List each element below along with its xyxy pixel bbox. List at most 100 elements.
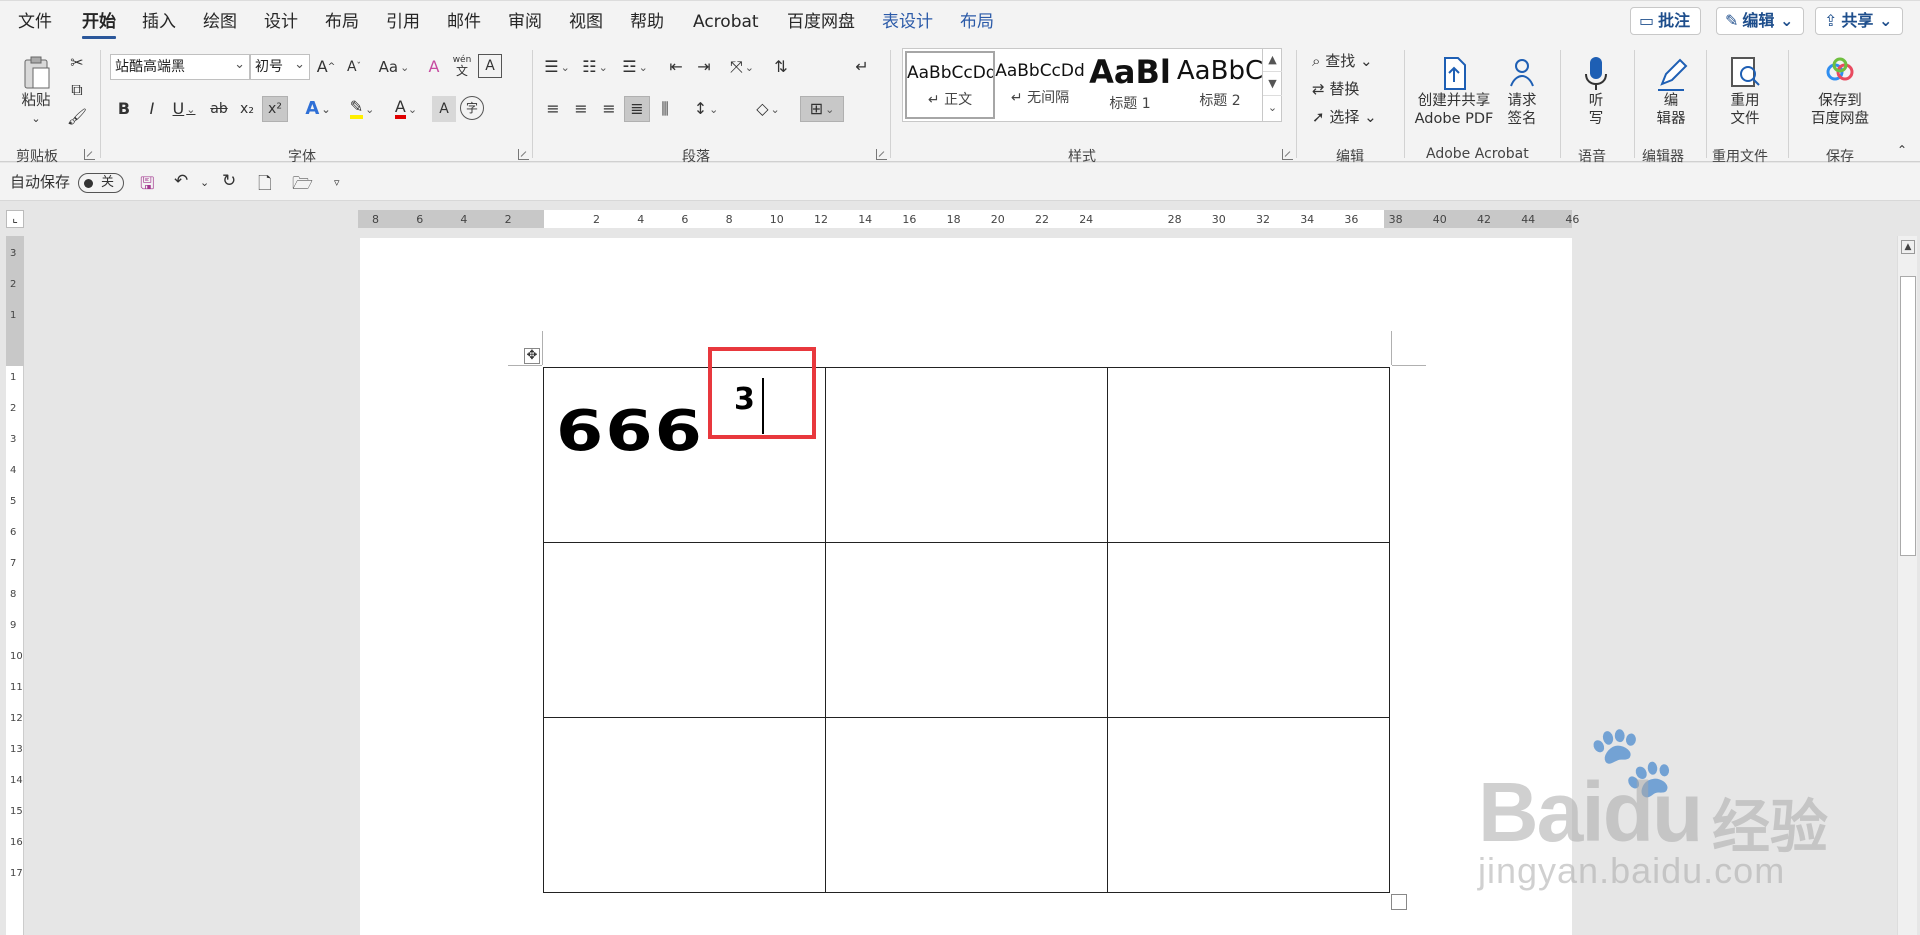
styles-up-icon[interactable]: ▲ (1263, 48, 1282, 72)
font-color-icon[interactable]: A (388, 96, 424, 122)
cut-icon[interactable]: ✂ (66, 52, 88, 74)
table-cell[interactable] (825, 542, 1108, 718)
strikethrough-button[interactable]: ab (206, 96, 232, 122)
justify-icon[interactable]: ≣ (624, 96, 650, 122)
tab-acrobat[interactable]: Acrobat (693, 11, 759, 33)
tab-insert[interactable]: 插入 (142, 11, 176, 33)
clipboard-launcher-icon[interactable] (84, 149, 95, 160)
tab-review[interactable]: 审阅 (508, 11, 542, 33)
format-painter-icon[interactable]: 🖌 (66, 106, 88, 128)
replace-button[interactable]: ⇄ 替换 (1312, 78, 1359, 99)
redo-icon[interactable]: ↻ (222, 171, 236, 191)
tab-help[interactable]: 帮助 (630, 11, 664, 33)
collapse-ribbon-icon[interactable]: ⌃ (1892, 142, 1912, 158)
change-case-button[interactable]: Aa (374, 54, 414, 80)
styles-down-icon[interactable]: ▼ (1263, 72, 1282, 96)
tab-home[interactable]: 开始 (82, 11, 116, 39)
customize-qat-icon[interactable]: ▿ (334, 176, 340, 189)
tab-view[interactable]: 视图 (569, 11, 603, 33)
align-left-icon[interactable]: ≡ (540, 96, 566, 122)
paste-dropdown-icon[interactable]: ⌄ (10, 110, 62, 128)
table-cell[interactable] (825, 367, 1108, 543)
undo-icon[interactable]: ↶ (174, 171, 188, 191)
shrink-font-icon[interactable]: Aˇ (342, 54, 366, 80)
borders-icon[interactable]: ⊞ (800, 96, 844, 122)
show-marks-icon[interactable]: ↵ (850, 54, 874, 80)
paste-button[interactable]: 粘贴 ⌄ (10, 54, 62, 128)
style-heading-2[interactable]: AaBbC 标题 2 (1175, 51, 1265, 119)
table-move-handle-icon[interactable]: ✥ (524, 348, 540, 364)
new-document-icon[interactable]: 🗋 (258, 171, 272, 200)
editor-button[interactable]: 编 辑器 (1646, 54, 1696, 128)
tab-selector-icon[interactable]: ⌞ (6, 210, 24, 228)
tab-table-layout[interactable]: 布局 (960, 11, 994, 33)
multilevel-list-icon[interactable]: ☲ (616, 54, 654, 80)
style-no-spacing[interactable]: AaBbCcDd ↵ 无间隔 (995, 51, 1085, 119)
bullets-icon[interactable]: ☰ (540, 54, 574, 80)
clear-format-icon[interactable]: A (422, 54, 446, 80)
decrease-indent-icon[interactable]: ⇤ (664, 54, 688, 80)
tab-layout[interactable]: 布局 (325, 11, 359, 33)
align-right-icon[interactable]: ≡ (596, 96, 622, 122)
bold-button[interactable]: B (112, 96, 136, 122)
styles-more-icon[interactable]: ⌄ (1263, 96, 1282, 120)
horizontal-ruler[interactable]: 8 6 4 2 2 4 6 8 10 12 14 16 18 20 22 24 28 30 32 34 36 38 40 42… (358, 210, 1579, 228)
grow-font-icon[interactable]: A ^ (314, 54, 338, 80)
undo-dropdown-icon[interactable]: ⌄ (200, 176, 209, 189)
styles-launcher-icon[interactable] (1282, 149, 1293, 160)
request-signature-button[interactable]: 请求 签名 (1500, 54, 1544, 128)
create-pdf-button[interactable]: 创建并共享 Adobe PDF (1414, 54, 1494, 128)
font-size-combo[interactable]: 初号 (250, 54, 310, 80)
font-launcher-icon[interactable] (518, 149, 529, 160)
paragraph-launcher-icon[interactable] (876, 149, 887, 160)
line-spacing-icon[interactable]: ↕ (686, 96, 726, 122)
select-button[interactable]: ➚ 选择 ⌄ (1312, 106, 1377, 127)
table-cell[interactable] (543, 542, 826, 718)
table-cell[interactable] (825, 717, 1108, 893)
vertical-ruler[interactable]: 3 2 1 1 2 3 4 5 6 7 8 9 10 11 12 13 14 15 16 17 (6, 236, 24, 935)
numbering-icon[interactable]: ☷ (578, 54, 612, 80)
char-shading-button[interactable]: A (432, 96, 456, 122)
font-name-combo[interactable]: 站酷高端黑 (110, 54, 250, 80)
save-icon[interactable]: 🖫 (140, 171, 154, 200)
copy-icon[interactable]: ⧉ (66, 79, 88, 101)
tab-baidu-netdisk[interactable]: 百度网盘 (787, 11, 855, 33)
tab-references[interactable]: 引用 (386, 11, 420, 33)
autosave-toggle[interactable]: 关 (78, 173, 124, 193)
table-cell[interactable] (1107, 717, 1390, 893)
highlight-color-icon[interactable]: ✎ (344, 96, 380, 122)
style-normal[interactable]: AaBbCcDd ↵ 正文 (905, 51, 995, 119)
tab-mailings[interactable]: 邮件 (447, 11, 481, 33)
find-button[interactable]: ⌕ 查找 ⌄ (1312, 50, 1373, 71)
table-cell[interactable] (1107, 367, 1390, 543)
share-button[interactable]: ⇪ 共享 ⌄ (1815, 7, 1904, 35)
italic-button[interactable]: I (140, 96, 164, 122)
underline-button[interactable]: U (166, 96, 202, 122)
tab-draw[interactable]: 绘图 (203, 11, 237, 33)
dictate-button[interactable]: 听 写 (1574, 54, 1618, 128)
align-center-icon[interactable]: ≡ (568, 96, 594, 122)
chinese-layout-icon[interactable]: ⤧ (722, 54, 762, 80)
char-border-icon[interactable]: A (478, 54, 502, 78)
shading-icon[interactable]: ◇ (748, 96, 788, 122)
tab-design[interactable]: 设计 (264, 11, 298, 33)
text-effects-icon[interactable]: A (300, 96, 336, 122)
increase-indent-icon[interactable]: ⇥ (692, 54, 716, 80)
table-cell[interactable] (1107, 542, 1390, 718)
sort-icon[interactable]: ⇅ (768, 54, 794, 80)
subscript-button[interactable]: x₂ (234, 96, 260, 122)
comments-button[interactable]: ▭ 批注 (1630, 7, 1702, 35)
phonetic-guide-button[interactable]: wén 文 (450, 52, 474, 80)
save-to-baidu-button[interactable]: 保存到 百度网盘 (1792, 54, 1888, 128)
scroll-up-icon[interactable]: ▲ (1901, 240, 1915, 254)
enclose-char-button[interactable]: 字 (460, 96, 484, 120)
distributed-icon[interactable]: ⫼ (652, 96, 678, 122)
open-folder-icon[interactable]: 🗁 (292, 171, 313, 200)
table-resize-handle[interactable] (1391, 894, 1407, 910)
vertical-scrollbar[interactable]: ▲ (1897, 236, 1917, 935)
tab-file[interactable]: 文件 (18, 11, 52, 33)
reuse-files-button[interactable]: 重用 文件 (1720, 54, 1770, 128)
table-cell[interactable] (543, 717, 826, 893)
scroll-thumb[interactable] (1900, 276, 1916, 556)
tab-table-design[interactable]: 表设计 (882, 11, 933, 33)
